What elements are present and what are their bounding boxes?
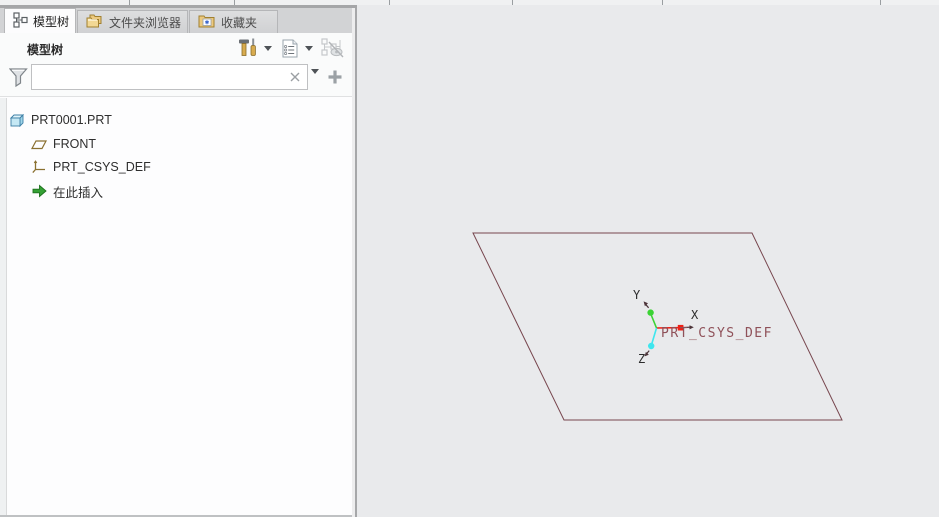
tree-item-label: PRT0001.PRT xyxy=(31,113,112,127)
filter-funnel-button[interactable] xyxy=(8,67,28,93)
tree-tools-dropdown[interactable] xyxy=(261,37,274,59)
tree-filter-input[interactable] xyxy=(31,64,308,90)
tab-label: 收藏夹 xyxy=(221,15,258,30)
model-tree-header: 模型树 xyxy=(0,33,352,62)
tree-settings-dropdown[interactable] xyxy=(302,37,315,59)
scene-svg[interactable] xyxy=(357,5,939,517)
axis-y-label: Y xyxy=(633,288,641,302)
tree-tools-button[interactable] xyxy=(237,37,260,59)
panel-title: 模型树 xyxy=(27,43,64,57)
datum-plane-front[interactable] xyxy=(472,232,843,421)
filter-clear-button[interactable] xyxy=(288,70,302,84)
csys-icon xyxy=(31,159,47,175)
hide-tree-items-button-disabled[interactable] xyxy=(320,37,345,59)
tree-hide-icon xyxy=(320,38,344,58)
graphics-area[interactable]: X Y Z PRT_CSYS_DEF xyxy=(357,5,939,517)
favorites-folder-icon xyxy=(198,13,216,32)
tree-row-part[interactable]: PRT0001.PRT xyxy=(9,111,112,129)
tree-row-csys[interactable]: PRT_CSYS_DEF xyxy=(31,158,151,176)
tree-row-front-plane[interactable]: FRONT xyxy=(31,135,96,153)
tree-gutter xyxy=(0,98,7,515)
part-icon xyxy=(9,112,25,128)
chevron-down-icon xyxy=(311,69,319,91)
tools-icon xyxy=(239,38,256,56)
filter-dropdown[interactable] xyxy=(311,69,319,92)
tree-row-insert-here[interactable]: 在此插入 xyxy=(31,182,103,200)
tree-filter-row xyxy=(0,62,352,97)
tab-model-tree[interactable]: 模型树 xyxy=(4,8,76,33)
navigator-tab-bar: 模型树 文件夹浏览器 收藏夹 xyxy=(0,8,352,33)
model-tree-icon xyxy=(13,11,28,31)
settings-list-icon xyxy=(282,39,297,57)
tree-item-label: FRONT xyxy=(53,137,97,151)
model-tree: PRT0001.PRT FRONT PRT_CSYS_DEF 在此插入 xyxy=(0,98,352,515)
close-icon xyxy=(290,72,300,82)
folder-browser-icon xyxy=(86,13,104,32)
axis-z-label: Z xyxy=(638,352,646,366)
chevron-down-icon xyxy=(263,45,272,51)
tab-label: 文件夹浏览器 xyxy=(109,15,182,30)
tree-item-label: 在此插入 xyxy=(53,185,104,200)
tab-label: 模型树 xyxy=(33,14,70,29)
insert-here-icon xyxy=(31,183,47,199)
add-filter-button[interactable] xyxy=(327,69,343,85)
csys-name-label: PRT_CSYS_DEF xyxy=(661,326,773,341)
chevron-down-icon xyxy=(304,45,313,51)
tree-item-label: PRT_CSYS_DEF xyxy=(53,160,151,174)
funnel-icon xyxy=(8,68,28,88)
tab-folder-browser[interactable]: 文件夹浏览器 xyxy=(77,10,188,33)
axis-x-label: X xyxy=(691,308,699,322)
plus-icon xyxy=(328,70,342,84)
tab-favorites[interactable]: 收藏夹 xyxy=(189,10,278,33)
tree-settings-button[interactable] xyxy=(279,37,300,59)
datum-plane-icon xyxy=(31,136,47,152)
navigator-panel: 模型树 文件夹浏览器 收藏夹 模型树 PRT0001.PRT FRONT PRT… xyxy=(0,8,357,517)
